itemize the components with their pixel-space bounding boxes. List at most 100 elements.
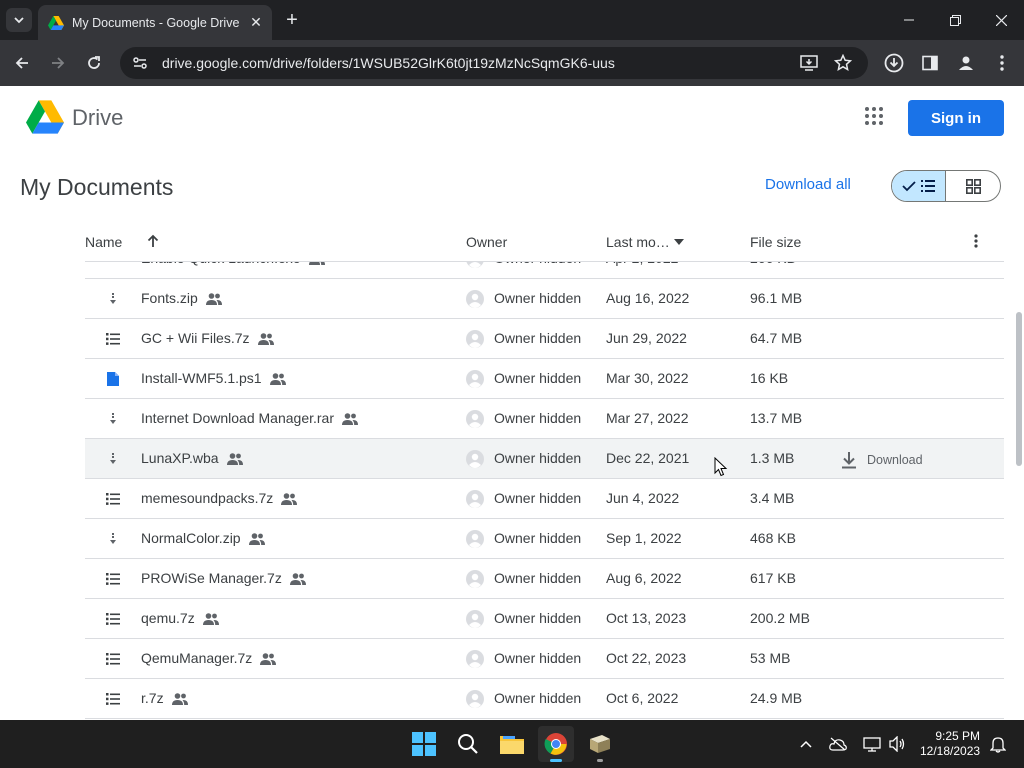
file-size: 1.3 MB: [750, 450, 795, 466]
url-text: drive.google.com/drive/folders/1WSUB52Gl…: [162, 55, 615, 71]
app-taskbar-button[interactable]: [582, 726, 618, 762]
file-owner: Owner hidden: [494, 570, 582, 586]
chrome-icon: [544, 733, 567, 755]
sign-in-button[interactable]: Sign in: [908, 100, 1004, 136]
file-row[interactable]: Fonts.zip Owner hidden Aug 16, 2022 96.1 MB: [85, 279, 1004, 319]
sort-dropdown-icon[interactable]: [674, 239, 684, 245]
profile-button[interactable]: [954, 51, 978, 75]
search-icon: [458, 734, 478, 754]
clock-date: 12/18/2023: [920, 744, 981, 758]
show-hidden-icons-button[interactable]: [788, 726, 824, 762]
file-row[interactable]: QemuManager.7z Owner hidden Oct 22, 2023 53…: [85, 639, 1004, 679]
downloads-button[interactable]: [882, 51, 906, 75]
browser-tab[interactable]: My Documents - Google Drive ✕: [38, 5, 272, 40]
chrome-taskbar-button[interactable]: [538, 726, 574, 762]
file-row[interactable]: LunaXP.wba Owner hidden Dec 22, 2021 1.3 MB…: [85, 439, 1004, 479]
folder-icon: [500, 736, 524, 754]
file-size: 3.4 MB: [750, 490, 795, 506]
tab-search-button[interactable]: [6, 8, 32, 32]
file-name[interactable]: GC + Wii Files.7z: [141, 330, 250, 346]
shared-people-icon: [227, 452, 243, 466]
owner-avatar-icon: [466, 262, 484, 268]
site-settings-icon[interactable]: [132, 55, 148, 71]
file-name[interactable]: r.7z: [141, 690, 164, 706]
file-name[interactable]: Fonts.zip: [141, 290, 198, 306]
row-download-button[interactable]: Download: [841, 451, 923, 469]
file-row[interactable]: PROWiSe Manager.7z Owner hidden Aug 6, 202…: [85, 559, 1004, 599]
chevron-up-icon: [800, 740, 812, 748]
file-row[interactable]: NormalColor.zip Owner hidden Sep 1, 2022 46…: [85, 519, 1004, 559]
file-row[interactable]: r.7z Owner hidden Oct 6, 2022 24.9 MB: [85, 679, 1004, 719]
file-size: 96.1 MB: [750, 290, 803, 306]
file-size-column-header[interactable]: File size: [750, 234, 801, 250]
more-vertical-icon[interactable]: [974, 234, 978, 248]
owner-avatar-icon: [466, 530, 484, 548]
google-apps-button[interactable]: [864, 106, 888, 130]
file-name[interactable]: NormalColor.zip: [141, 530, 241, 546]
file-owner: Owner hidden: [494, 530, 582, 546]
file-row[interactable]: memesoundpacks.7z Owner hidden Jun 4, 2022…: [85, 479, 1004, 519]
close-window-button[interactable]: [978, 0, 1024, 40]
file-owner: Owner hidden: [494, 650, 582, 666]
file-name[interactable]: qemu.7z: [141, 610, 195, 626]
address-bar[interactable]: drive.google.com/drive/folders/1WSUB52Gl…: [120, 47, 868, 79]
browser-menu-button[interactable]: [990, 51, 1014, 75]
drive-app-name[interactable]: Drive: [72, 105, 123, 131]
file-row[interactable]: GC + Wii Files.7z Owner hidden Jun 29, 202…: [85, 319, 1004, 359]
file-name[interactable]: Internet Download Manager.rar: [141, 410, 334, 426]
side-panel-button[interactable]: [918, 51, 942, 75]
quick-settings-button[interactable]: [852, 726, 918, 762]
scrollbar-thumb[interactable]: [1016, 312, 1022, 466]
file-row[interactable]: qemu.7z Owner hidden Oct 13, 2023 200.2 MB: [85, 599, 1004, 639]
apps-grid-icon: [865, 107, 883, 125]
download-all-button[interactable]: Download all: [765, 176, 851, 193]
file-explorer-button[interactable]: [494, 726, 530, 762]
grid-view-button[interactable]: [946, 171, 1000, 201]
file-row[interactable]: Internet Download Manager.rar Owner hidde…: [85, 399, 1004, 439]
taskbar-clock[interactable]: 9:25 PM 12/18/2023: [920, 729, 980, 759]
new-tab-button[interactable]: +: [280, 8, 304, 32]
owner-avatar-icon: [466, 610, 484, 628]
file-row[interactable]: Install-WMF5.1.ps1 Owner hidden Mar 30, 20…: [85, 359, 1004, 399]
owner-avatar-icon: [466, 650, 484, 668]
running-app-indicator: [597, 759, 603, 762]
name-column-header[interactable]: Name: [85, 234, 122, 250]
back-button[interactable]: [10, 51, 34, 75]
notifications-button[interactable]: [984, 726, 1012, 762]
start-button[interactable]: [406, 726, 442, 762]
browser-toolbar: drive.google.com/drive/folders/1WSUB52Gl…: [0, 40, 1024, 86]
drive-favicon-icon: [48, 15, 64, 30]
close-tab-icon[interactable]: ✕: [248, 14, 264, 31]
forward-button[interactable]: [46, 51, 70, 75]
shared-people-icon: [258, 332, 274, 346]
file-name[interactable]: QemuManager.7z: [141, 650, 252, 666]
shared-people-icon: [270, 372, 286, 386]
sort-arrow-up-icon[interactable]: [146, 234, 160, 248]
drive-logo-icon[interactable]: [26, 100, 64, 134]
side-panel-icon: [922, 55, 938, 71]
chevron-down-icon: [14, 17, 24, 24]
tab-title: My Documents - Google Drive: [72, 15, 240, 30]
taskbar-search-button[interactable]: [450, 726, 486, 762]
bookmark-star-icon[interactable]: [834, 54, 852, 72]
reload-button[interactable]: [82, 51, 106, 75]
file-name[interactable]: Install-WMF5.1.ps1: [141, 370, 262, 386]
scrollbar[interactable]: [1012, 262, 1024, 720]
file-name[interactable]: Enable Quick Launch.exe: [141, 262, 301, 266]
owner-column-header[interactable]: Owner: [466, 234, 507, 250]
tray-app-button[interactable]: [822, 726, 854, 762]
list-icon: [921, 180, 935, 192]
list-view-button[interactable]: [892, 171, 947, 201]
file-row[interactable]: Enable Quick Launch.exe Owner hidden Apr 2…: [85, 262, 1004, 279]
install-app-icon[interactable]: [800, 55, 818, 71]
folder-title: My Documents: [20, 174, 174, 200]
file-name[interactable]: memesoundpacks.7z: [141, 490, 273, 506]
file-last-modified: Oct 13, 2023: [606, 610, 687, 626]
file-name[interactable]: LunaXP.wba: [141, 450, 219, 466]
last-modified-column-header[interactable]: Last mo…: [606, 234, 670, 250]
file-last-modified: Apr 2, 2022: [606, 262, 678, 266]
minimize-button[interactable]: [886, 0, 932, 40]
restore-button[interactable]: [932, 0, 978, 40]
file-name[interactable]: PROWiSe Manager.7z: [141, 570, 282, 586]
shared-people-icon: [203, 612, 219, 626]
